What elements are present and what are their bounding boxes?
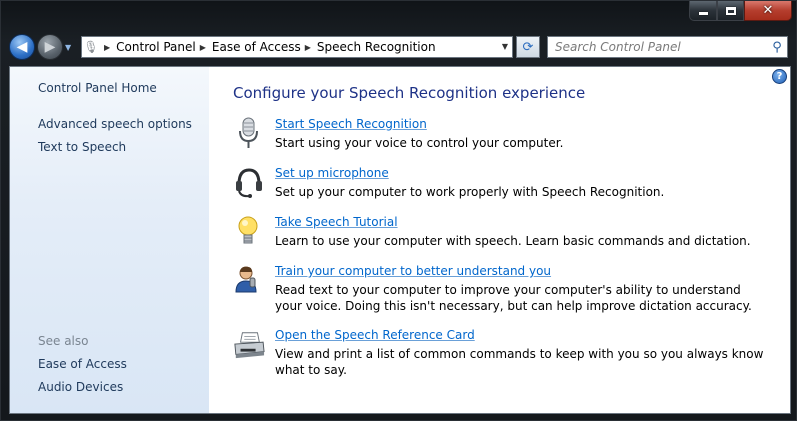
caption-buttons: ✕ bbox=[689, 1, 792, 21]
sidebar-control-panel-home[interactable]: Control Panel Home bbox=[38, 81, 157, 95]
see-also-heading: See also bbox=[38, 334, 89, 348]
take-speech-tutorial-link[interactable]: Take Speech Tutorial bbox=[275, 215, 398, 229]
headset-icon bbox=[236, 168, 262, 198]
sidebar-text-to-speech[interactable]: Text to Speech bbox=[38, 140, 126, 154]
forward-arrow-icon: ▶ bbox=[44, 39, 56, 55]
left-navigation-pane: Control Panel Home Advanced speech optio… bbox=[10, 67, 209, 413]
search-input[interactable] bbox=[548, 37, 767, 57]
maximize-icon bbox=[725, 6, 736, 15]
maximize-button[interactable] bbox=[717, 1, 744, 21]
address-dropdown-icon[interactable]: ▼ bbox=[502, 42, 508, 51]
forward-button[interactable]: ▶ bbox=[37, 34, 63, 60]
open-speech-reference-card-link[interactable]: Open the Speech Reference Card bbox=[275, 328, 475, 342]
task-description: View and print a list of common commands… bbox=[275, 347, 764, 377]
refresh-button[interactable]: ⟳ bbox=[516, 36, 540, 58]
recent-pages-dropdown[interactable]: ▼ bbox=[65, 43, 75, 52]
close-icon: ✕ bbox=[762, 3, 774, 18]
minimize-button[interactable] bbox=[689, 1, 717, 21]
breadcrumb-speech-recognition[interactable]: Speech Recognition bbox=[317, 40, 436, 54]
content-area: Control Panel Home Advanced speech optio… bbox=[9, 66, 791, 414]
speech-recognition-window: ✕ ◀ ▶ ▼ 🎙 ▶ Control Panel ▶ Ease of Acce… bbox=[0, 0, 797, 421]
sidebar-advanced-speech-options[interactable]: Advanced speech options bbox=[38, 117, 192, 131]
chevron-down-icon: ▼ bbox=[65, 42, 72, 52]
see-also-ease-of-access[interactable]: Ease of Access bbox=[38, 357, 127, 371]
help-icon[interactable]: ? bbox=[772, 69, 787, 84]
address-bar[interactable]: 🎙 ▶ Control Panel ▶ Ease of Access ▶ Spe… bbox=[81, 36, 513, 58]
task-description: Learn to use your computer with speech. … bbox=[275, 234, 751, 248]
start-speech-recognition-link[interactable]: Start Speech Recognition bbox=[275, 117, 427, 131]
close-button[interactable]: ✕ bbox=[744, 1, 792, 21]
printer-icon bbox=[234, 332, 265, 359]
set-up-microphone-link[interactable]: Set up microphone bbox=[275, 166, 389, 180]
breadcrumb-control-panel[interactable]: Control Panel bbox=[116, 40, 196, 54]
minimize-icon bbox=[698, 12, 708, 15]
task-description: Read text to your computer to improve yo… bbox=[275, 283, 752, 313]
microphone-icon bbox=[239, 117, 258, 148]
task-description: Start using your voice to control your c… bbox=[275, 136, 564, 150]
microphone-small-icon: 🎙 bbox=[83, 40, 99, 54]
navigation-buttons: ◀ ▶ ▼ bbox=[9, 34, 75, 60]
page-title: Configure your Speech Recognition experi… bbox=[233, 84, 586, 102]
breadcrumb-separator-icon[interactable]: ▶ bbox=[200, 43, 206, 52]
task-description: Set up your computer to work properly wi… bbox=[275, 185, 665, 199]
breadcrumb-separator-icon[interactable]: ▶ bbox=[104, 43, 110, 52]
breadcrumb-ease-of-access[interactable]: Ease of Access bbox=[212, 40, 301, 54]
breadcrumb-separator-icon[interactable]: ▶ bbox=[305, 43, 311, 52]
search-icon[interactable]: ⚲ bbox=[767, 40, 787, 55]
see-also-audio-devices[interactable]: Audio Devices bbox=[38, 380, 123, 394]
back-button[interactable]: ◀ bbox=[9, 34, 35, 60]
refresh-icon: ⟳ bbox=[522, 39, 534, 55]
train-computer-link[interactable]: Train your computer to better understand… bbox=[275, 264, 551, 278]
search-box[interactable]: ⚲ bbox=[547, 36, 788, 58]
user-speaking-icon bbox=[235, 266, 257, 293]
back-arrow-icon: ◀ bbox=[16, 39, 28, 55]
lightbulb-icon bbox=[238, 216, 258, 244]
